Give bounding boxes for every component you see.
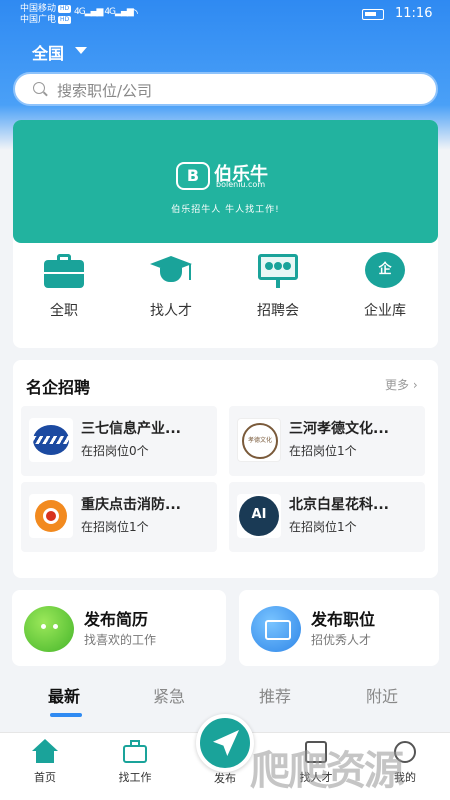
company-logo: [29, 494, 73, 538]
carrier-2: 中国广电: [20, 15, 57, 25]
company-library-icon: 企: [363, 252, 407, 288]
company-logo: [29, 418, 73, 462]
company-logo: 孝德文化: [237, 418, 281, 462]
chevron-down-icon[interactable]: [75, 47, 87, 54]
search-icon: [33, 82, 45, 94]
company-card[interactable]: 三七信息产业... 在招岗位0个: [21, 406, 217, 476]
status-time: 11:16: [395, 6, 433, 21]
tab-latest[interactable]: 最新: [48, 683, 80, 707]
publish-title: 发布职位: [311, 610, 376, 629]
section-title: 名企招聘: [26, 378, 91, 397]
category-label: 全职: [50, 303, 78, 319]
status-bar: 中国移动 HD 中国广电 HD 4G▂▄▆ 4G▂▄▆ ◠ 11:16: [0, 0, 450, 30]
carrier-info: 中国移动 HD 中国广电 HD: [20, 4, 72, 26]
logo-icon: B: [176, 162, 210, 190]
tab-urgent[interactable]: 紧急: [153, 683, 185, 707]
nav-find-job[interactable]: 找工作: [100, 739, 170, 785]
briefcase-icon: [42, 252, 86, 288]
region-selector[interactable]: 全国: [32, 40, 64, 64]
briefcase-icon: [121, 739, 149, 765]
carrier-1: 中国移动: [20, 4, 57, 14]
logo-url: boleniu.com: [216, 180, 266, 189]
category-find-talent[interactable]: 找人才: [131, 252, 211, 320]
search-placeholder: 搜索职位/公司: [57, 82, 153, 100]
company-name: 三七信息产业...: [81, 421, 181, 437]
banner-slogan: 伯乐招牛人 牛人找工作!: [171, 205, 280, 215]
nav-label: 找工作: [118, 771, 152, 784]
nav-home[interactable]: 首页: [10, 739, 80, 785]
folder-icon: [251, 606, 301, 652]
company-job-count: 在招岗位1个: [289, 520, 357, 534]
publish-subtitle: 招优秀人才: [311, 633, 372, 647]
company-name: 北京白星花科...: [289, 497, 389, 513]
company-job-count: 在招岗位0个: [81, 444, 149, 458]
battery-icon: [362, 9, 384, 20]
job-fair-icon: [256, 252, 300, 288]
promo-banner[interactable]: B 伯乐牛 boleniu.com 伯乐招牛人 牛人找工作!: [13, 120, 438, 243]
more-link[interactable]: 更多 ›: [385, 376, 418, 393]
watermark: 爬爬资源: [250, 748, 404, 794]
company-name: 重庆点击消防...: [81, 497, 181, 513]
search-input[interactable]: 搜索职位/公司: [13, 72, 438, 106]
category-label: 招聘会: [257, 303, 299, 319]
publish-resume-card[interactable]: 发布简历 找喜欢的工作: [12, 590, 226, 666]
nav-label: 首页: [34, 771, 56, 784]
banner-card: B 伯乐牛 boleniu.com 伯乐招牛人 牛人找工作! 全职 找人才 招聘…: [13, 120, 438, 348]
tab-indicator: [50, 713, 82, 717]
home-icon: [31, 739, 59, 765]
publish-subtitle: 找喜欢的工作: [84, 633, 157, 647]
category-company-library[interactable]: 企 企业库: [345, 252, 425, 320]
resume-icon: [24, 606, 74, 652]
signal-icon: 4G▂▄▆ 4G▂▄▆: [74, 7, 134, 17]
category-fulltime[interactable]: 全职: [24, 252, 104, 320]
famous-companies-card: 名企招聘 更多 › 三七信息产业... 在招岗位0个 孝德文化 三河孝德文化..…: [13, 360, 438, 578]
category-label: 找人才: [150, 303, 192, 319]
company-card[interactable]: AI 北京白星花科... 在招岗位1个: [229, 482, 425, 552]
tab-nearby[interactable]: 附近: [366, 683, 398, 707]
category-label: 企业库: [364, 303, 406, 319]
hd-badge: HD: [58, 15, 72, 24]
paper-plane-icon: [213, 730, 239, 756]
company-card[interactable]: 孝德文化 三河孝德文化... 在招岗位1个: [229, 406, 425, 476]
company-name: 三河孝德文化...: [289, 421, 389, 437]
hd-badge: HD: [58, 4, 72, 13]
company-job-count: 在招岗位1个: [81, 520, 149, 534]
graduation-cap-icon: [149, 252, 193, 288]
tab-recommended[interactable]: 推荐: [259, 683, 291, 707]
company-card[interactable]: 重庆点击消防... 在招岗位1个: [21, 482, 217, 552]
publish-job-card[interactable]: 发布职位 招优秀人才: [239, 590, 439, 666]
publish-button[interactable]: [196, 714, 254, 772]
wifi-icon: ◠: [128, 6, 139, 20]
company-job-count: 在招岗位1个: [289, 444, 357, 458]
company-logo: AI: [237, 494, 281, 538]
nav-label-publish[interactable]: 发布: [205, 770, 245, 786]
category-job-fair[interactable]: 招聘会: [238, 252, 318, 320]
publish-title: 发布简历: [84, 610, 149, 629]
